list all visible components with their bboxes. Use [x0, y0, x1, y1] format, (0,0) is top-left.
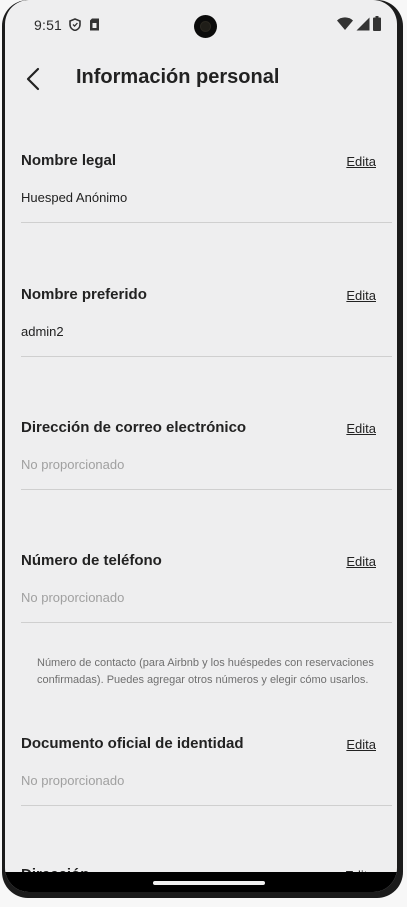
legal-name-value: Huesped Anónimo	[21, 190, 128, 205]
cellular-signal-icon	[356, 17, 370, 36]
status-bar: 9:51	[5, 0, 397, 46]
edit-legal-name-link[interactable]: Edita	[346, 154, 376, 169]
wifi-icon	[337, 17, 353, 36]
phone-frame: 9:51 Información personal Nombre legal E…	[2, 0, 403, 898]
phone-screen: 9:51 Información personal Nombre legal E…	[5, 0, 397, 892]
navigation-bar	[5, 872, 397, 892]
section-divider	[21, 489, 392, 490]
home-indicator[interactable]	[153, 881, 265, 885]
edit-email-link[interactable]: Edita	[346, 421, 376, 436]
section-title: Nombre preferido	[21, 286, 147, 303]
shield-icon	[69, 18, 81, 36]
battery-icon	[373, 16, 381, 36]
phone-help-text: Número de contacto (para Airbnb y los hu…	[37, 657, 374, 686]
phone-value: No proporcionado	[21, 590, 125, 605]
section-divider	[21, 222, 392, 223]
section-title: Número de teléfono	[21, 552, 162, 569]
page-title: Información personal	[76, 66, 280, 88]
section-title: Nombre legal	[21, 152, 117, 169]
section-divider	[21, 356, 392, 357]
camera-lens	[201, 22, 210, 31]
id-document-value: No proporcionado	[21, 773, 125, 788]
email-value: No proporcionado	[21, 457, 125, 472]
sim-card-icon	[89, 18, 100, 36]
page-header: Información personal	[5, 56, 397, 102]
edit-phone-link[interactable]: Edita	[346, 554, 376, 569]
edit-preferred-name-link[interactable]: Edita	[346, 288, 376, 303]
back-arrow-icon[interactable]	[21, 66, 47, 92]
device-background: 9:51 Información personal Nombre legal E…	[0, 0, 407, 907]
preferred-name-value: admin2	[21, 324, 64, 339]
section-title: Documento oficial de identidad	[21, 735, 244, 752]
section-title: Dirección de correo electrónico	[21, 419, 247, 436]
status-time: 9:51	[34, 17, 63, 33]
section-divider	[21, 622, 392, 623]
section-divider	[21, 805, 392, 806]
front-camera	[194, 15, 217, 38]
edit-id-document-link[interactable]: Edita	[346, 737, 376, 752]
